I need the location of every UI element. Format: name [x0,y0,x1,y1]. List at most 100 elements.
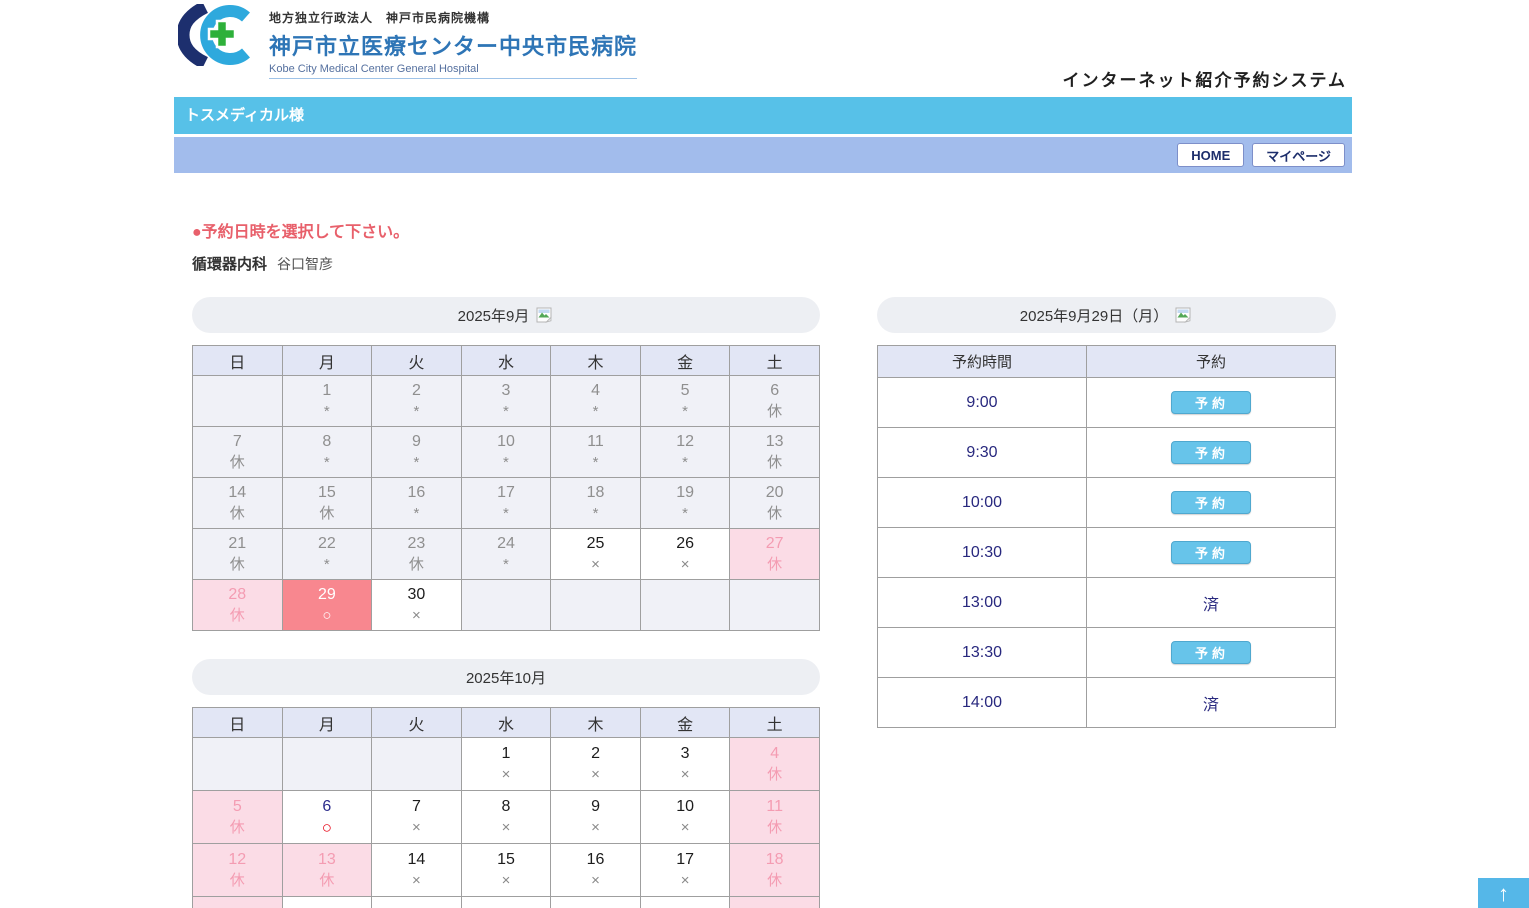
month-title-label: 2025年10月 [466,667,546,688]
day-cell: 13休 [282,844,372,897]
day-number: 15 [462,849,551,870]
slot-action-cell: 予約 [1087,528,1336,578]
day-status-mark: 休 [193,554,282,575]
weekday-header: 日 [193,708,283,738]
day-number: 8 [283,431,372,452]
slot-action-cell: 済 [1087,578,1336,628]
calendar-column: 2025年9月 日月火水木金土1*2*3*4*5*6休7休8*9*10*11*1… [192,297,820,908]
day-cell: 27休 [730,529,820,580]
day-cell: 15× [461,844,551,897]
day-status-mark: × [551,817,640,838]
hospital-logo-icon [178,4,260,71]
day-cell: 14休 [193,478,283,529]
slot-time-cell: 10:00 [878,478,1087,528]
timeslot-row: 9:00 予約 [878,378,1336,428]
slot-time-cell: 10:30 [878,528,1087,578]
day-number: 3 [641,743,730,764]
day-cell: 2× [551,738,641,791]
reserved-done-label: 済 [1203,697,1219,714]
day-cell[interactable]: 29○ [282,580,372,631]
reserve-button[interactable]: 予約 [1171,541,1251,564]
day-number: 11 [551,431,640,452]
day-cell [551,580,641,631]
day-status-mark: × [641,764,730,785]
day-cell [461,897,551,908]
day-status-mark: × [641,817,730,838]
day-number: 3 [462,380,551,401]
day-cell: 22* [282,529,372,580]
weekday-header: 月 [282,346,372,376]
slot-action-cell: 予約 [1087,478,1336,528]
day-number: 17 [462,482,551,503]
slot-time-label: 13:00 [962,594,1002,611]
mypage-button[interactable]: マイページ [1252,143,1345,167]
slot-time-label: 9:30 [966,444,997,461]
day-number: 7 [372,796,461,817]
broken-image-icon [1175,307,1193,323]
day-status-mark: 休 [730,452,819,473]
day-cell[interactable]: 6○ [282,791,372,844]
day-status-mark: * [551,452,640,473]
nav-bar: HOME マイページ [174,137,1352,173]
day-cell: 21休 [193,529,283,580]
day-status-mark: × [462,870,551,891]
day-cell [282,897,372,908]
day-number: 4 [551,380,640,401]
day-number: 16 [551,849,640,870]
day-number: 1 [462,743,551,764]
day-cell [461,580,551,631]
day-number: 13 [730,431,819,452]
day-status-mark: 休 [283,870,372,891]
reserve-button[interactable]: 予約 [1171,391,1251,414]
calendar-table: 日月火水木金土1*2*3*4*5*6休7休8*9*10*11*12*13休14休… [192,345,820,631]
slot-action-cell: 済 [1087,678,1336,728]
slot-action-cell: 予約 [1087,428,1336,478]
day-number: 1 [283,380,372,401]
day-cell: 3* [461,376,551,427]
day-number: 16 [372,482,461,503]
day-number: 19 [641,482,730,503]
doctor-name: 谷口智彦 [277,256,333,272]
day-number: 26 [641,533,730,554]
organization-name: 地方独立行政法人 神戸市民病院機構 [269,9,637,26]
timeslot-column: 2025年9月29日（月） 予約時間 予約 9:00予約9:30予約10:00予… [877,297,1336,728]
day-number: 30 [372,584,461,605]
day-number: 9 [551,796,640,817]
day-status-mark: 休 [730,554,819,575]
slot-time-label: 9:00 [966,394,997,411]
weekday-header: 月 [282,708,372,738]
day-number: 4 [730,743,819,764]
slot-time-label: 14:00 [962,694,1002,711]
day-status-mark: 休 [283,503,372,524]
day-number: 18 [551,482,640,503]
day-cell: 8* [282,427,372,478]
day-number: 2 [372,380,461,401]
day-cell: 1× [461,738,551,791]
month-title: 2025年10月 [192,659,820,695]
home-button[interactable]: HOME [1177,143,1244,167]
day-number: 23 [372,533,461,554]
day-number: 12 [193,849,282,870]
day-number: 24 [462,533,551,554]
day-cell: 4* [551,376,641,427]
calendar-week-row: 5休6○7×8×9×10×11休 [193,791,820,844]
reserve-button[interactable]: 予約 [1171,491,1251,514]
month-title: 2025年9月 [192,297,820,333]
scroll-to-top-button[interactable]: ↑ [1478,878,1529,908]
timeslot-row: 10:00 予約 [878,478,1336,528]
day-status-mark: * [283,452,372,473]
weekday-header: 水 [461,346,551,376]
day-status-mark: * [462,401,551,422]
timeslot-row: 13:30予約 [878,628,1336,678]
day-number: 13 [283,849,372,870]
day-cell: 18休 [730,844,820,897]
reserve-button[interactable]: 予約 [1171,441,1251,464]
day-status-mark: * [641,452,730,473]
day-number: 17 [641,849,730,870]
day-number: 9 [372,431,461,452]
reserve-button[interactable]: 予約 [1171,641,1251,664]
day-number: 27 [730,533,819,554]
day-number: 6 [730,380,819,401]
user-bar: トスメディカル様 [174,97,1352,134]
day-cell [282,738,372,791]
